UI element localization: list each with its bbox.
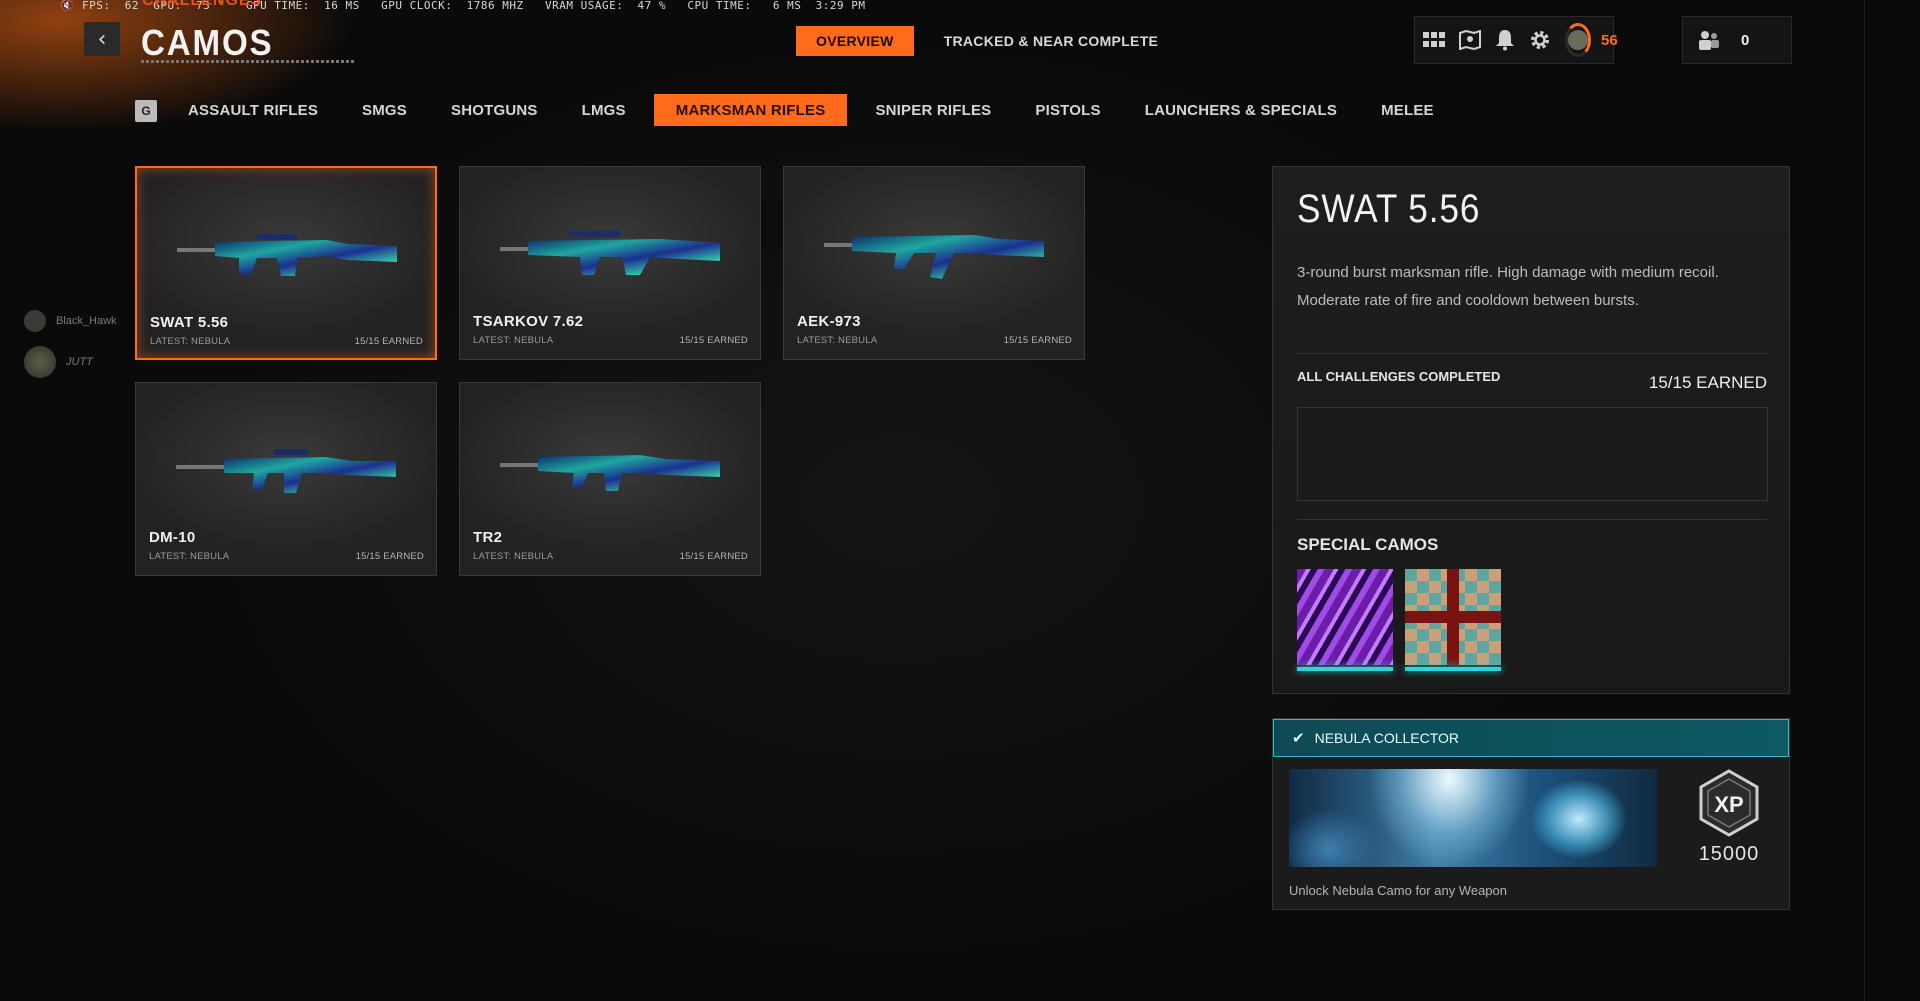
- weapon-latest-camo: LATEST: NEBULA: [473, 335, 554, 346]
- weapon-latest-camo: LATEST: NEBULA: [149, 551, 230, 562]
- weapon-earned-count: 15/15 EARNED: [354, 336, 423, 347]
- bell-icon[interactable]: [1495, 26, 1515, 54]
- weapon-image: [500, 231, 720, 275]
- tab-sniper-rifles[interactable]: SNIPER RIFLES: [853, 94, 1013, 126]
- gear-icon[interactable]: [1529, 26, 1551, 54]
- back-button[interactable]: ‹: [84, 22, 120, 56]
- weapon-card-tr2[interactable]: TR2 LATEST: NEBULA 15/15 EARNED: [459, 382, 761, 576]
- party-count: 0: [1741, 31, 1750, 49]
- detail-description: 3-round burst marksman rifle. High damag…: [1297, 264, 1719, 309]
- chevron-left-icon: ‹: [97, 26, 107, 52]
- tab-launchers-specials[interactable]: LAUNCHERS & SPECIALS: [1123, 94, 1359, 126]
- tab-pistols[interactable]: PISTOLS: [1013, 94, 1122, 126]
- special-camo-1[interactable]: [1297, 569, 1393, 665]
- tab-tracked-near-complete[interactable]: TRACKED & NEAR COMPLETE: [924, 26, 1179, 56]
- weapon-name: SWAT 5.56: [150, 314, 229, 331]
- social-entry[interactable]: Black_Hawk: [24, 310, 117, 332]
- weapon-name: TR2: [473, 529, 503, 546]
- xp-badge-text: XP: [1714, 792, 1743, 817]
- mastery-reward-panel[interactable]: ✔ NEBULA COLLECTOR XP 15000 Unlock Nebul…: [1272, 718, 1790, 910]
- special-camo-2-progress: [1405, 667, 1501, 671]
- weapon-latest-camo: LATEST: NEBULA: [150, 336, 231, 347]
- weapon-image: [500, 455, 720, 491]
- weapon-card-dm-10[interactable]: DM-10 LATEST: NEBULA 15/15 EARNED: [135, 382, 437, 576]
- weapon-detail-panel: SWAT 5.56 3-round burst marksman rifle. …: [1272, 166, 1790, 694]
- edge-divider: [1864, 0, 1865, 1001]
- tab-lmgs[interactable]: LMGS: [560, 94, 648, 126]
- party-box[interactable]: 0: [1682, 16, 1792, 64]
- weapon-name: TSARKOV 7.62: [473, 313, 584, 330]
- weapon-card-aek-973[interactable]: AEK-973 LATEST: NEBULA 15/15 EARNED: [783, 166, 1085, 360]
- weapon-image: [824, 235, 1044, 279]
- grid-menu-icon[interactable]: [1423, 26, 1445, 54]
- social-player-name: JUTT: [66, 356, 93, 368]
- keybind-hint: G: [135, 100, 157, 122]
- special-camo-1-progress: [1297, 667, 1393, 671]
- xp-amount: 15000: [1698, 843, 1760, 865]
- weapon-earned-count: 15/15 EARNED: [679, 551, 748, 562]
- weapon-category-tabs: ASSAULT RIFLES SMGS SHOTGUNS LMGS MARKSM…: [166, 94, 1456, 126]
- tab-smgs[interactable]: SMGS: [340, 94, 429, 126]
- divider: [1297, 353, 1767, 354]
- tab-melee[interactable]: MELEE: [1359, 94, 1456, 126]
- avatar: [24, 346, 56, 378]
- player-rank-icon[interactable]: [1565, 23, 1591, 57]
- xp-badge-icon: XP: [1699, 769, 1759, 837]
- social-entry[interactable]: JUTT: [24, 346, 93, 378]
- title-underline: [141, 60, 355, 63]
- reward-image: [1289, 769, 1657, 867]
- challenge-list-box: [1297, 407, 1768, 501]
- player-rank-number: 56: [1601, 31, 1618, 49]
- weapon-name: AEK-973: [797, 313, 861, 330]
- weapon-latest-camo: LATEST: NEBULA: [797, 335, 878, 346]
- tab-overview[interactable]: OVERVIEW: [796, 26, 914, 56]
- challenges-label: ALL CHALLENGES COMPLETED: [1297, 369, 1501, 384]
- tab-shotguns[interactable]: SHOTGUNS: [429, 94, 560, 126]
- special-camos-label: SPECIAL CAMOS: [1297, 535, 1439, 554]
- weapon-earned-count: 15/15 EARNED: [1003, 335, 1072, 346]
- mute-icon: 🔇: [60, 0, 75, 12]
- weapon-name: DM-10: [149, 529, 196, 546]
- weapon-earned-count: 15/15 EARNED: [679, 335, 748, 346]
- reward-caption: Unlock Nebula Camo for any Weapon: [1289, 883, 1507, 898]
- weapon-card-tsarkov-762[interactable]: TSARKOV 7.62 LATEST: NEBULA 15/15 EARNED: [459, 166, 761, 360]
- page-subtitle: CHALLENGES: [142, 0, 263, 9]
- reward-title: NEBULA COLLECTOR: [1314, 730, 1460, 746]
- checkmark-icon: ✔: [1292, 730, 1305, 747]
- tab-assault-rifles[interactable]: ASSAULT RIFLES: [166, 94, 340, 126]
- detail-weapon-name: SWAT 5.56: [1297, 187, 1481, 231]
- reward-header: ✔ NEBULA COLLECTOR: [1273, 719, 1789, 757]
- weapon-latest-camo: LATEST: NEBULA: [473, 551, 554, 562]
- party-icon: [1695, 26, 1723, 54]
- weapon-card-swat-556[interactable]: SWAT 5.56 LATEST: NEBULA 15/15 EARNED: [135, 166, 437, 360]
- special-camo-2[interactable]: [1405, 569, 1501, 665]
- page-title: CAMOS: [141, 22, 274, 63]
- weapon-image: [176, 449, 396, 493]
- intel-map-icon[interactable]: [1459, 26, 1481, 54]
- utility-bar: 56: [1414, 16, 1618, 64]
- weapon-image: [177, 234, 397, 276]
- tab-marksman-rifles[interactable]: MARKSMAN RIFLES: [653, 94, 848, 126]
- weapon-earned-count: 15/15 EARNED: [355, 551, 424, 562]
- avatar: [24, 310, 46, 332]
- divider: [1297, 519, 1767, 520]
- top-tabs: OVERVIEW TRACKED & NEAR COMPLETE: [796, 26, 1178, 56]
- challenges-earned: 15/15 EARNED: [1648, 373, 1767, 392]
- social-player-name: Black_Hawk: [56, 315, 117, 327]
